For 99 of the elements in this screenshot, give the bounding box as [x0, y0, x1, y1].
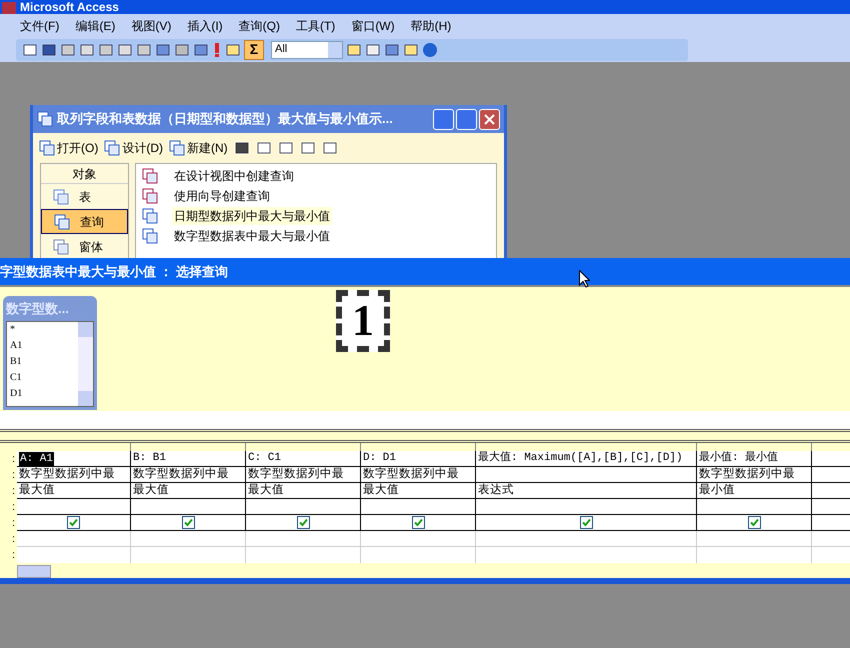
menu-item[interactable]: 窗口(W)	[345, 16, 401, 34]
row-label: :	[10, 516, 16, 531]
grid-cell[interactable]: 最小值	[697, 483, 812, 499]
grid-cell[interactable]: 最大值	[131, 483, 246, 499]
totals-button[interactable]: Σ	[244, 40, 264, 60]
grid-cell[interactable]: 数字型数据列中最	[697, 467, 812, 483]
grid-cell[interactable]	[131, 515, 246, 531]
object-type-item[interactable]: 窗体	[41, 234, 128, 259]
menu-item[interactable]: 插入(I)	[181, 16, 229, 34]
wizard-icon	[142, 168, 158, 184]
grid-cell[interactable]: 表达式	[476, 483, 697, 499]
menu-item[interactable]: 编辑(E)	[69, 16, 122, 34]
grid-cell[interactable]	[17, 515, 131, 531]
table-icon	[53, 188, 69, 204]
grid-cell[interactable]	[476, 515, 697, 531]
grid-cell[interactable]: A: A1	[17, 451, 131, 467]
grid-cell[interactable]: D: D1	[361, 451, 476, 467]
checkbox[interactable]	[296, 516, 310, 529]
grid-cell[interactable]	[812, 451, 850, 467]
grid-cell[interactable]: 最大值	[246, 483, 361, 499]
field-list-item[interactable]: C1	[10, 370, 78, 386]
top-values-dropdown[interactable]: All	[271, 40, 343, 58]
checkbox[interactable]	[748, 516, 760, 529]
callout-number: 1	[336, 290, 390, 352]
query-icon	[104, 140, 120, 156]
wizard-icon	[142, 188, 158, 204]
grid-cell[interactable]: 数字型数据列中最	[17, 467, 131, 483]
grid-cell[interactable]: 最大值	[361, 483, 476, 499]
run-icon[interactable]	[212, 42, 222, 58]
minimize-button[interactable]	[433, 108, 454, 130]
app-icon	[2, 2, 16, 14]
object-type-item[interactable]: 查询	[41, 209, 128, 234]
object-list-item[interactable]: 使用向导创建查询	[136, 186, 496, 206]
query-icon	[142, 208, 158, 224]
row-label: :	[10, 484, 16, 499]
menu-item[interactable]: 文件(F)	[14, 16, 66, 34]
form-icon	[53, 238, 69, 254]
grid-cell[interactable]	[697, 499, 812, 515]
toolbar-button[interactable]: 打开(O)	[39, 139, 98, 157]
row-label: :	[10, 468, 16, 483]
horizontal-scrollbar[interactable]	[17, 565, 51, 578]
close-button[interactable]	[479, 108, 500, 130]
row-label: :	[10, 500, 16, 515]
grid-cell[interactable]: C: C1	[246, 451, 361, 467]
menu-item[interactable]: 帮助(H)	[404, 16, 458, 34]
scrollbar[interactable]	[78, 322, 93, 406]
grid-cell[interactable]	[812, 483, 850, 499]
object-list-item[interactable]: 日期型数据列中最大与最小值	[136, 206, 496, 226]
menu-item[interactable]: 视图(V)	[125, 16, 178, 34]
menu-item[interactable]: 查询(Q)	[232, 16, 286, 34]
checkbox[interactable]	[67, 516, 80, 529]
grid-cell[interactable]	[17, 499, 131, 515]
grid-cell[interactable]	[476, 467, 697, 483]
row-label: :	[10, 548, 16, 563]
query-icon	[39, 140, 55, 156]
query-icon	[169, 140, 185, 156]
maximize-button[interactable]	[456, 108, 477, 130]
toolbar-button[interactable]: 新建(N)	[169, 139, 228, 157]
toolbar-button[interactable]: 设计(D)	[104, 139, 163, 157]
field-list-item[interactable]: *	[10, 322, 78, 338]
grid-cell[interactable]: 最小值: 最小值	[697, 451, 812, 467]
objects-header: 对象	[41, 164, 128, 184]
grid-cell[interactable]	[361, 499, 476, 515]
field-list-item[interactable]: D1	[10, 386, 78, 402]
row-label: :	[10, 532, 16, 547]
menu-item[interactable]: 工具(T)	[290, 16, 342, 34]
window-title: 取列字段和表数据（日期型和数据型）最大值与最小值示...	[57, 110, 393, 128]
grid-cell[interactable]	[361, 515, 476, 531]
grid-cell[interactable]: 数字型数据列中最	[131, 467, 246, 483]
grid-cell[interactable]: 数字型数据列中最	[246, 467, 361, 483]
field-list-item[interactable]: B1	[10, 354, 78, 370]
query-icon	[142, 228, 158, 244]
grid-cell[interactable]	[812, 515, 850, 531]
query-icon	[37, 111, 53, 127]
grid-cell[interactable]: 最大值: Maximum([A],[B],[C],[D])	[476, 451, 697, 467]
row-label: :	[10, 452, 16, 467]
window-title: 字型数据表中最大与最小值 ： 选择查询	[0, 262, 228, 281]
grid-cell[interactable]	[246, 499, 361, 515]
grid-cell[interactable]	[812, 467, 850, 483]
checkbox[interactable]	[182, 516, 194, 529]
mouse-cursor-icon	[579, 270, 590, 288]
field-list-title: 数字型数...	[6, 300, 70, 318]
grid-cell[interactable]	[131, 499, 246, 515]
grid-cell[interactable]	[812, 499, 850, 515]
grid-cell[interactable]	[246, 515, 361, 531]
app-title: Microsoft Access	[20, 0, 119, 14]
close-icon	[484, 114, 495, 124]
object-list-item[interactable]: 在设计视图中创建查询	[136, 166, 496, 186]
query-icon	[54, 214, 70, 230]
grid-cell[interactable]: 最大值	[17, 483, 131, 499]
object-type-item[interactable]: 表	[41, 184, 128, 209]
object-list-item[interactable]: 数字型数据表中最大与最小值	[136, 226, 496, 246]
checkbox[interactable]	[580, 516, 592, 529]
grid-cell[interactable]	[697, 515, 812, 531]
grid-cell[interactable]	[476, 499, 697, 515]
grid-cell[interactable]: B: B1	[131, 451, 246, 467]
field-list-item[interactable]: A1	[10, 338, 78, 354]
grid-cell[interactable]: 数字型数据列中最	[361, 467, 476, 483]
checkbox[interactable]	[412, 516, 424, 529]
